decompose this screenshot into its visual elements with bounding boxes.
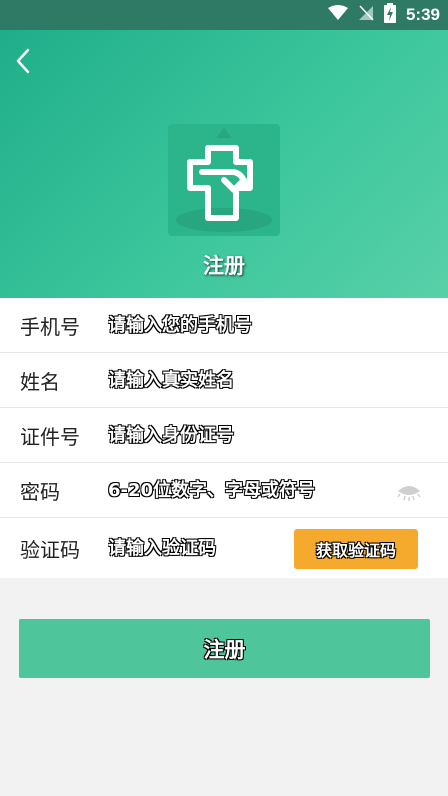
wifi-icon <box>327 5 348 25</box>
register-form: 手机号 姓名 证件号 密码 验证码 获取验证码 <box>0 298 448 578</box>
name-label: 姓名 <box>20 369 60 394</box>
code-label: 验证码 <box>20 537 80 562</box>
name-row: 姓名 <box>0 353 448 408</box>
password-row: 密码 <box>0 463 448 518</box>
get-code-button[interactable]: 获取验证码 <box>294 529 418 569</box>
register-button[interactable]: 注册 <box>19 619 430 678</box>
password-label: 密码 <box>20 479 60 504</box>
header: 注册 <box>0 30 448 298</box>
no-signal-icon <box>358 5 374 25</box>
back-button[interactable] <box>6 46 40 80</box>
page-title: 注册 <box>203 254 245 278</box>
battery-charging-icon <box>383 3 396 27</box>
phone-label: 手机号 <box>20 314 80 339</box>
chevron-left-icon <box>14 47 32 79</box>
name-input[interactable] <box>108 360 448 400</box>
status-time: 5:39 <box>405 5 440 24</box>
id-number-label: 证件号 <box>20 424 80 449</box>
id-number-row: 证件号 <box>0 408 448 463</box>
app-logo <box>168 124 280 236</box>
status-bar: 5:39 <box>0 0 448 30</box>
code-row: 验证码 获取验证码 <box>0 518 448 578</box>
eye-closed-icon[interactable] <box>396 481 422 501</box>
phone-input[interactable] <box>108 305 448 345</box>
phone-row: 手机号 <box>0 298 448 353</box>
id-number-input[interactable] <box>108 415 448 455</box>
